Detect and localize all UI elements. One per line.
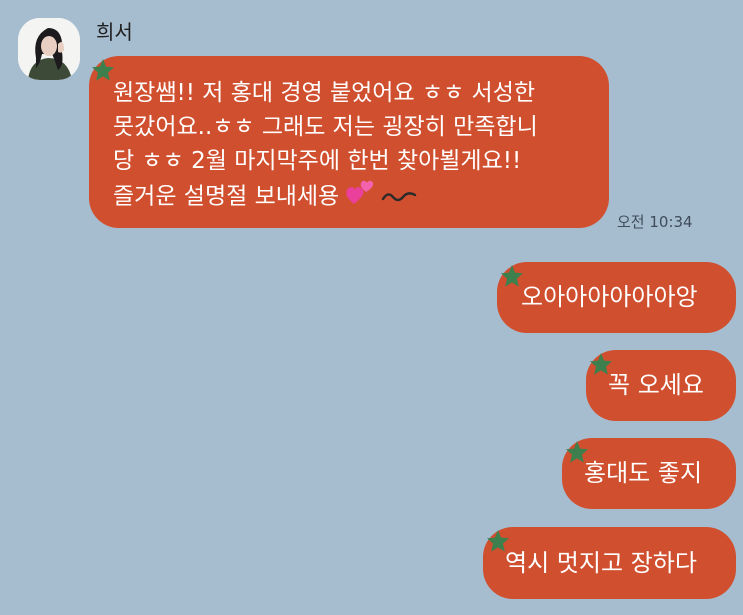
message-timestamp: 오전 10:34	[617, 213, 693, 231]
sent-message-text: 역시 멋지고 장하다	[505, 549, 697, 577]
message-line: 못갔어요..ㅎㅎ 그래도 저는 굉장히 만족합니	[113, 114, 538, 140]
message-line: 원장쌤!! 저 홍대 경영 붙었어요 ㅎㅎ 서성한	[113, 80, 536, 106]
message-line: 당 ㅎㅎ 2월 마지막주에 한번 찾아뵐게요!!	[113, 148, 522, 174]
sent-message-bubble[interactable]: 꼭 오세요	[586, 350, 736, 421]
profile-photo	[18, 18, 80, 80]
sent-message-text: 꼭 오세요	[608, 371, 704, 399]
wavy-dash-icon	[381, 180, 417, 214]
sent-message-bubble[interactable]: 오아아아아아아앙	[497, 262, 736, 333]
two-hearts-icon	[345, 178, 375, 216]
sent-message-bubble[interactable]: 홍대도 좋지	[562, 438, 736, 509]
sent-message-text: 오아아아아아아앙	[521, 283, 698, 311]
sent-message-text: 홍대도 좋지	[584, 459, 703, 487]
avatar[interactable]	[18, 18, 80, 80]
sender-name: 희서	[96, 20, 133, 44]
received-message-bubble[interactable]: 원장쌤!! 저 홍대 경영 붙었어요 ㅎㅎ 서성한 못갔어요..ㅎㅎ 그래도 저…	[89, 56, 609, 228]
message-line-text: 즐거운 설명절 보내세용	[113, 183, 340, 210]
sent-message-bubble[interactable]: 역시 멋지고 장하다	[483, 527, 736, 599]
message-line: 즐거운 설명절 보내세용	[113, 178, 589, 216]
